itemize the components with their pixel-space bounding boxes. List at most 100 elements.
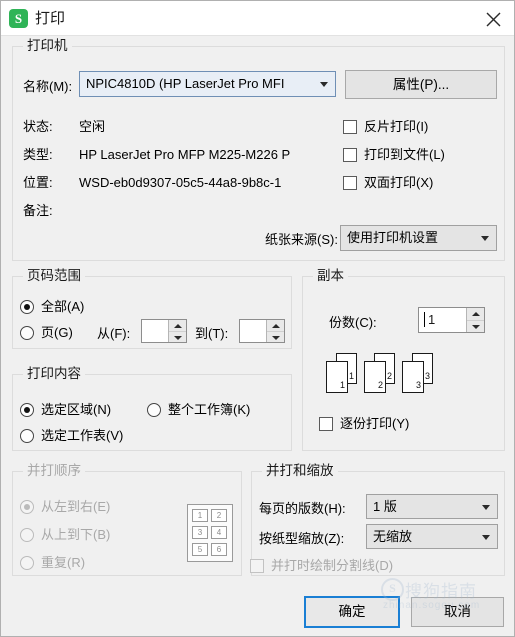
checkbox-box — [319, 417, 333, 431]
checkbox-label: 并打时绘制分割线(D) — [271, 558, 394, 573]
spinner-buttons[interactable] — [466, 308, 484, 332]
paper-source-label: 纸张来源(S): — [265, 232, 338, 247]
title-bar: S 打印 — [1, 1, 514, 36]
print-dialog: S 打印 打印机 名称(M): NPIC4810D (HP LaserJet P… — [0, 0, 515, 637]
page-number: 3 — [415, 380, 421, 390]
order-cell: 1 — [192, 509, 208, 522]
page-number: 2 — [386, 371, 392, 381]
printer-status-label: 状态: — [23, 119, 53, 134]
pages-per-sheet-combo[interactable]: 1 版 — [366, 494, 498, 519]
chevron-down-icon — [481, 236, 489, 241]
page-range-legend: 页码范围 — [23, 268, 85, 283]
to-page-spinner[interactable] — [239, 319, 285, 343]
checkbox-box — [343, 120, 357, 134]
page-pair-2: 2 2 — [364, 353, 398, 397]
close-icon — [486, 12, 501, 27]
print-order-legend: 并打顺序 — [23, 463, 85, 478]
checkbox-label: 打印到文件(L) — [364, 147, 445, 162]
copies-legend: 副本 — [313, 268, 348, 283]
spinner-down-icon[interactable] — [267, 332, 284, 343]
printer-name-value: NPIC4810D (HP LaserJet Pro MFI — [86, 76, 285, 91]
page-number: 1 — [339, 380, 345, 390]
radio-label: 从左到右(E) — [41, 499, 111, 514]
page-front: 2 — [364, 361, 386, 393]
checkbox-label: 双面打印(X) — [364, 175, 434, 190]
printer-name-label: 名称(M): — [23, 79, 73, 94]
order-cell: 2 — [211, 509, 227, 522]
order-cell: 3 — [192, 526, 208, 539]
radio-mark — [20, 500, 34, 514]
radio-mark — [147, 403, 161, 417]
spinner-up-icon[interactable] — [467, 308, 484, 321]
chevron-down-icon — [482, 504, 490, 510]
page-number: 1 — [348, 371, 354, 381]
checkbox-label: 逐份打印(Y) — [340, 416, 410, 431]
spinner-down-icon[interactable] — [467, 321, 484, 333]
spinner-buttons[interactable] — [168, 320, 186, 342]
ok-button[interactable]: 确定 — [304, 596, 400, 628]
printer-type-value: HP LaserJet Pro MFP M225-M226 P — [79, 147, 291, 162]
order-cell: 6 — [211, 543, 227, 556]
collate-illustration: 1 1 2 2 3 3 — [326, 353, 436, 397]
printer-comment-label: 备注: — [23, 203, 53, 218]
pages-per-sheet-value: 1 版 — [373, 499, 397, 514]
order-cell: 5 — [192, 543, 208, 556]
from-page-spinner[interactable] — [141, 319, 187, 343]
scale-to-paper-label: 按纸型缩放(Z): — [259, 531, 345, 546]
text-caret — [424, 312, 425, 327]
order-preview: 1 2 3 4 5 6 — [187, 504, 233, 562]
page-pair-3: 3 3 — [402, 353, 436, 397]
page-front: 1 — [326, 361, 348, 393]
chevron-down-icon — [320, 82, 328, 87]
radio-mark — [20, 326, 34, 340]
printer-group-legend: 打印机 — [23, 38, 72, 53]
radio-label: 选定工作表(V) — [41, 428, 124, 443]
wps-spreadsheet-icon: S — [9, 9, 28, 28]
page-pair-1: 1 1 — [326, 353, 360, 397]
to-label: 到(T): — [195, 326, 229, 341]
spinner-down-icon[interactable] — [169, 332, 186, 343]
radio-label: 全部(A) — [41, 299, 85, 314]
copies-count-value: 1 — [428, 312, 436, 327]
radio-label: 选定区域(N) — [41, 402, 112, 417]
checkbox-label: 反片打印(I) — [364, 119, 429, 134]
cancel-button[interactable]: 取消 — [411, 597, 504, 627]
printer-location-label: 位置: — [23, 175, 53, 190]
checkbox-box — [250, 559, 264, 573]
app-icon-letter: S — [14, 11, 23, 26]
spinner-buttons[interactable] — [266, 320, 284, 342]
paper-source-combo[interactable]: 使用打印机设置 — [340, 225, 497, 251]
radio-mark — [20, 556, 34, 570]
spinner-up-icon[interactable] — [169, 320, 186, 332]
radio-label: 重复(R) — [41, 555, 86, 570]
copies-count-label: 份数(C): — [329, 315, 377, 330]
radio-mark — [20, 300, 34, 314]
pages-per-sheet-label: 每页的版数(H): — [259, 501, 346, 516]
radio-mark — [20, 429, 34, 443]
printer-name-combo[interactable]: NPIC4810D (HP LaserJet Pro MFI — [79, 71, 336, 97]
spinner-up-icon[interactable] — [267, 320, 284, 332]
radio-label: 页(G) — [41, 325, 73, 340]
from-label: 从(F): — [97, 326, 131, 341]
checkbox-box — [343, 176, 357, 190]
radio-label: 从上到下(B) — [41, 527, 111, 542]
page-number: 3 — [424, 371, 430, 381]
close-button[interactable] — [478, 5, 508, 32]
paper-source-value: 使用打印机设置 — [347, 230, 439, 245]
printer-status-value: 空闲 — [79, 119, 106, 134]
checkbox-box — [343, 148, 357, 162]
radio-mark — [20, 403, 34, 417]
copies-count-spinner[interactable]: 1 — [418, 307, 485, 333]
print-content-legend: 打印内容 — [23, 366, 85, 381]
radio-mark — [20, 528, 34, 542]
chevron-down-icon — [482, 534, 490, 540]
printer-properties-button[interactable]: 属性(P)... — [345, 70, 497, 99]
printer-location-value: WSD-eb0d9307-05c5-44a8-9b8c-1 — [79, 175, 282, 190]
page-front: 3 — [402, 361, 424, 393]
window-title: 打印 — [35, 10, 66, 27]
scale-to-paper-value: 无缩放 — [373, 529, 413, 544]
scale-to-paper-combo[interactable]: 无缩放 — [366, 524, 498, 549]
page-number: 2 — [377, 380, 383, 390]
order-cell: 4 — [211, 526, 227, 539]
merge-scale-legend: 并打和缩放 — [262, 463, 338, 478]
